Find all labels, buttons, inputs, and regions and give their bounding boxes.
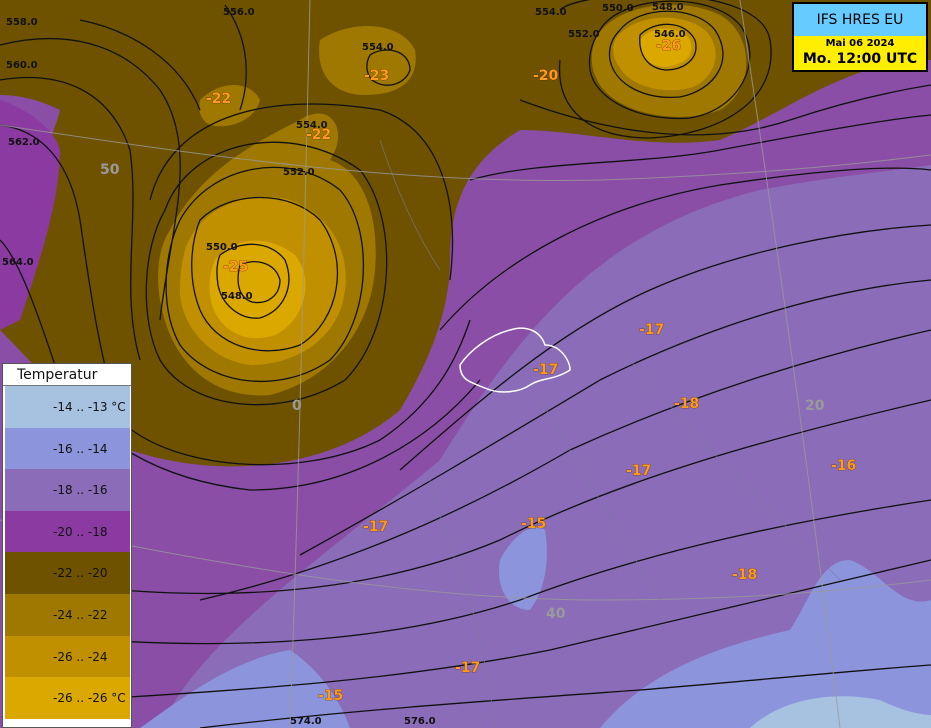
legend-label: -18 .. -16 [53,483,108,498]
legend-title: Temperatur [3,364,131,386]
temperature-label: -17 [455,660,480,676]
legend-label: -20 .. -18 [53,524,108,539]
temperature-label: -23 [364,68,389,84]
isoline-label: 554.0 [362,42,394,53]
isoline-label: 548.0 [221,291,253,302]
temperature-label: -25 [223,259,248,275]
legend-label: -14 .. -13 °C [53,400,126,414]
legend-label: -24 .. -22 [53,607,108,622]
temperature-legend: Temperatur -14 .. -13 °C -16 .. -14 -18 ..… [2,363,132,728]
temperature-label: -17 [626,463,651,479]
isoline-label: 560.0 [6,60,38,71]
isoline-label: 564.0 [2,257,34,268]
model-info-box: IFS HRES EU Mai 06 2024 Mo. 12:00 UTC [792,2,928,72]
isoline-label: 558.0 [6,17,38,28]
temperature-label: -17 [533,362,558,378]
legend-item: -16 .. -14 [3,427,131,470]
legend-item: -26 .. -24 [3,635,131,678]
temperature-label: -22 [306,127,331,143]
model-name: IFS HRES EU [794,4,926,36]
isoline-label: 574.0 [290,716,322,727]
legend-label: -26 .. -24 [53,649,108,664]
temperature-label: -17 [639,322,664,338]
temperature-label: -18 [732,567,757,583]
temperature-label: -26 [656,38,681,54]
temperature-label: -16 [831,458,856,474]
isoline-label: 552.0 [568,29,600,40]
grid-label: 20 [805,398,825,414]
temperature-label: -15 [318,688,343,704]
legend-item: -24 .. -22 [3,593,131,636]
legend-item: -14 .. -13 °C [3,386,131,428]
legend-label: -16 .. -14 [53,441,108,456]
temperature-label: -22 [206,91,231,107]
temperature-label: -17 [363,519,388,535]
temperature-label: -15 [521,516,546,532]
grid-label: 50 [100,162,120,178]
isoline-label: 554.0 [535,7,567,18]
legend-item: -20 .. -18 [3,510,131,553]
isoline-label: 556.0 [223,7,255,18]
legend-item: -26 .. -26 °C [3,677,131,719]
forecast-date: Mai 06 2024 [825,38,895,49]
weather-map: 558.0 560.0 562.0 564.0 556.0 554.0 554.… [0,0,931,728]
legend-label: -22 .. -20 [53,566,108,581]
legend-label: -26 .. -26 °C [53,691,126,706]
isoline-label: 562.0 [8,137,40,148]
grid-label: 0 [292,398,302,414]
valid-time-panel: Mai 06 2024 Mo. 12:00 UTC [794,36,926,70]
legend-item: -22 .. -20 [3,552,131,594]
isoline-label: 550.0 [206,242,238,253]
isoline-label: 576.0 [404,716,436,727]
temperature-label: -20 [533,68,559,84]
legend-item: -18 .. -16 [3,469,131,511]
forecast-time: Mo. 12:00 UTC [802,51,918,67]
isoline-label: 548.0 [652,2,684,13]
grid-label: 40 [546,606,566,622]
isoline-label: 552.0 [283,167,315,178]
temperature-label: -18 [674,396,699,412]
isoline-label: 550.0 [602,3,634,14]
